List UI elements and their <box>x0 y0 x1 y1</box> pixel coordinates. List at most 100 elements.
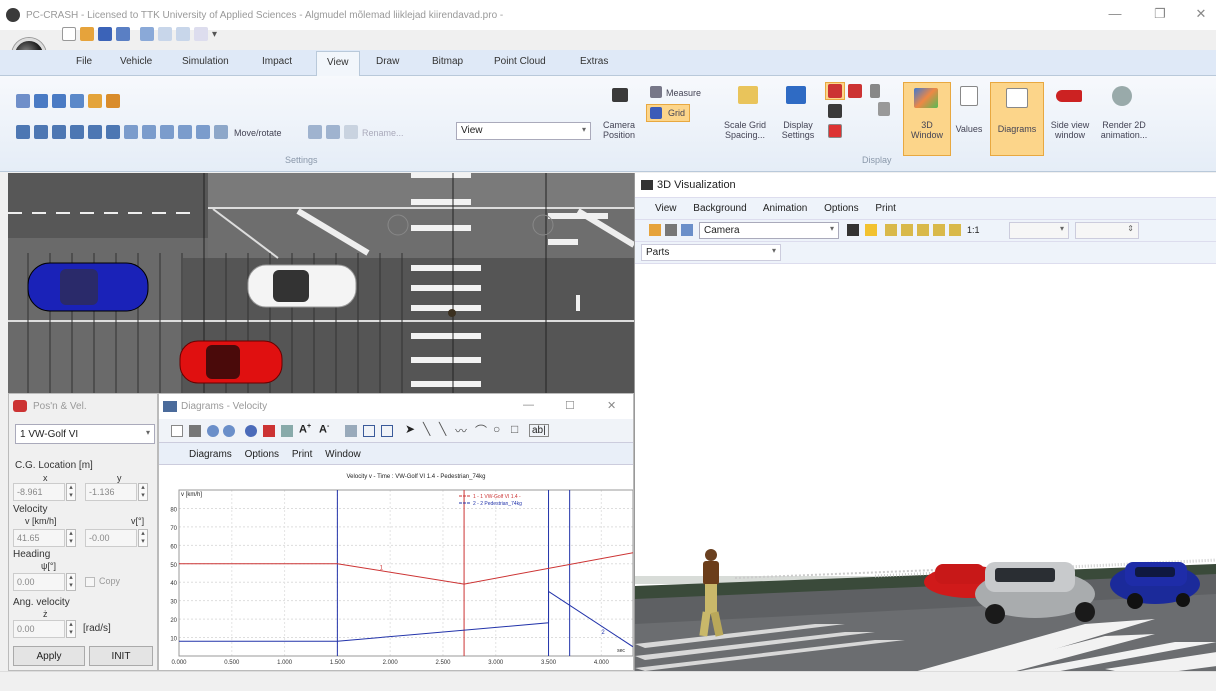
init-button[interactable]: INIT <box>89 646 153 666</box>
table-icon[interactable] <box>363 425 375 437</box>
scale-ratio[interactable]: 1:1 <box>967 225 980 235</box>
y-location-input[interactable]: -1.136 <box>85 483 137 501</box>
rotate-x-icon[interactable] <box>124 125 138 139</box>
tab-draw[interactable]: Draw <box>376 56 399 67</box>
view-select[interactable]: View ▾ <box>456 122 591 140</box>
3d-scene-viewport[interactable] <box>635 264 1216 671</box>
tab-file[interactable]: File <box>76 56 92 67</box>
new-file-icon[interactable] <box>62 27 76 41</box>
velocity-angle-input[interactable]: -0.00 <box>85 529 137 547</box>
tab-view[interactable]: View <box>316 51 360 77</box>
tab-extras[interactable]: Extras <box>580 56 608 67</box>
pointer-icon[interactable]: ➤ <box>405 422 415 436</box>
maximize-button[interactable]: ❐ <box>1145 6 1175 22</box>
open-file-icon[interactable] <box>80 27 94 41</box>
axis-xz-icon[interactable] <box>949 224 961 236</box>
view-top-icon[interactable] <box>16 125 30 139</box>
film-icon[interactable] <box>828 104 842 118</box>
print-icon[interactable] <box>189 425 201 437</box>
angular-velocity-spinner[interactable]: ▴ ▾ <box>66 620 76 638</box>
apply-button[interactable]: Apply <box>13 646 85 666</box>
axis-xy-icon[interactable] <box>933 224 945 236</box>
delete-view-icon[interactable] <box>326 125 340 139</box>
rotate-y-icon[interactable] <box>142 125 156 139</box>
camera-icon[interactable] <box>847 224 859 236</box>
values-button[interactable]: Values <box>954 124 984 134</box>
tab-bitmap[interactable]: Bitmap <box>432 56 463 67</box>
menu-background[interactable]: Background <box>693 203 746 214</box>
zoom-in-icon[interactable] <box>207 425 219 437</box>
cursor-icon[interactable] <box>263 425 275 437</box>
perspective-icon[interactable] <box>178 125 192 139</box>
parts-select[interactable]: Parts ▾ <box>641 244 781 261</box>
menu-print[interactable]: Print <box>292 449 313 460</box>
customize-qat-icon[interactable]: ▾ <box>212 29 217 40</box>
rotate-z-icon[interactable] <box>160 125 174 139</box>
close-button[interactable]: ✕ <box>607 399 616 412</box>
axis-y-icon[interactable] <box>901 224 913 236</box>
copy-checkbox[interactable] <box>85 577 95 587</box>
angular-velocity-input[interactable]: 0.00 <box>13 620 65 638</box>
tab-simulation[interactable]: Simulation <box>182 56 229 67</box>
axis-x-icon[interactable] <box>885 224 897 236</box>
font-decrease-icon[interactable]: A- <box>319 423 329 436</box>
undo-icon[interactable] <box>140 27 154 41</box>
zoom-select[interactable]: ▾ <box>1009 222 1069 239</box>
wheel-icon[interactable] <box>878 102 890 116</box>
heading-input[interactable]: 0.00 <box>13 573 65 591</box>
menu-view[interactable]: View <box>655 203 677 214</box>
copy-icon[interactable] <box>176 27 190 41</box>
view-front-icon[interactable] <box>34 125 48 139</box>
view-bottom-icon[interactable] <box>106 125 120 139</box>
move-icon[interactable] <box>865 224 877 236</box>
polyline-tool-icon[interactable]: 〰 <box>455 422 467 439</box>
axis-z-icon[interactable] <box>917 224 929 236</box>
rectangle-tool-icon[interactable]: □ <box>511 422 518 436</box>
copy-icon[interactable] <box>281 425 293 437</box>
value-spinner[interactable]: ⇕ <box>1075 222 1139 239</box>
render-2d-animation-button[interactable]: Render 2D animation... <box>1094 120 1154 140</box>
pan-icon[interactable] <box>88 94 102 108</box>
add-view-icon[interactable] <box>308 125 322 139</box>
arrow-tool-icon[interactable]: ╲ <box>439 422 446 436</box>
zoom-in-icon[interactable] <box>34 94 48 108</box>
measure-button[interactable]: Measure <box>666 88 701 98</box>
menu-window[interactable]: Window <box>325 449 361 460</box>
top-view-canvas[interactable] <box>8 173 634 393</box>
zoom-fit-icon[interactable] <box>245 425 257 437</box>
menu-options[interactable]: Options <box>245 449 279 460</box>
velocity-angle-spinner[interactable]: ▴ ▾ <box>138 529 148 547</box>
y-spinner[interactable]: ▴ ▾ <box>138 483 148 501</box>
curve-tool-icon[interactable]: ⌒ <box>475 422 487 439</box>
redraw-icon[interactable] <box>106 94 120 108</box>
rename-label[interactable]: Rename... <box>362 128 404 138</box>
circle-tool-icon[interactable]: ○ <box>493 422 500 436</box>
zoom-out-icon[interactable] <box>223 425 235 437</box>
velocity-input[interactable]: 41.65 <box>13 529 65 547</box>
move-rotate-icon[interactable] <box>214 125 228 139</box>
velocity-spinner[interactable]: ▴ ▾ <box>66 529 76 547</box>
redo-icon[interactable] <box>158 27 172 41</box>
zoom-window-icon[interactable] <box>16 94 30 108</box>
text-tool-button[interactable]: ab| <box>529 424 549 437</box>
view-back-icon[interactable] <box>52 125 66 139</box>
collision-icon[interactable] <box>848 84 862 98</box>
x-location-input[interactable]: -8.961 <box>13 483 65 501</box>
view-left-icon[interactable] <box>70 125 84 139</box>
menu-options[interactable]: Options <box>824 203 858 214</box>
display-settings-button[interactable]: Display Settings <box>776 120 820 140</box>
rename-view-icon[interactable] <box>344 125 358 139</box>
tab-impact[interactable]: Impact <box>262 56 292 67</box>
scale-grid-spacing-button[interactable]: Scale Grid Spacing... <box>714 120 776 140</box>
heading-spinner[interactable]: ▴ ▾ <box>66 573 76 591</box>
close-button[interactable]: ✕ <box>1186 6 1216 22</box>
line-tool-icon[interactable]: ╲ <box>423 422 430 436</box>
view-right-icon[interactable] <box>88 125 102 139</box>
zoom-out-icon[interactable] <box>52 94 66 108</box>
x-spinner[interactable]: ▴ ▾ <box>66 483 76 501</box>
open-icon[interactable] <box>649 224 661 236</box>
calendar-icon[interactable] <box>828 124 842 138</box>
panel-icon[interactable] <box>381 425 393 437</box>
menu-diagrams[interactable]: Diagrams <box>189 449 232 460</box>
side-view-window-button[interactable]: Side view window <box>1044 120 1096 140</box>
